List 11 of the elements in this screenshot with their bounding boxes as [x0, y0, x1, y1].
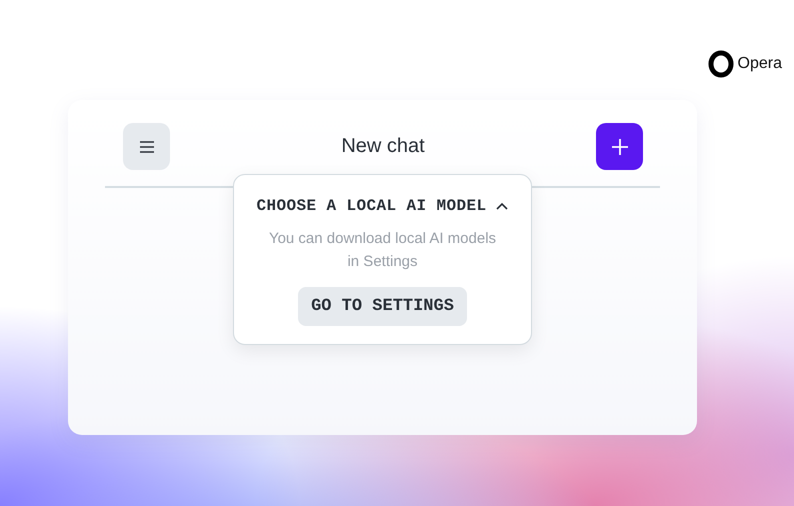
menu-button[interactable]: [123, 123, 170, 170]
opera-logo-icon: [708, 50, 734, 78]
plus-icon: [610, 138, 628, 156]
settings-button[interactable]: GO TO SETTINGS: [298, 287, 467, 326]
menu-icon: [138, 140, 154, 154]
chat-title: New chat: [341, 135, 425, 158]
model-dropdown[interactable]: CHOOSE A LOCAL AI MODEL: [252, 195, 513, 217]
caret-icon: [494, 202, 509, 210]
brand-name: Opera: [738, 55, 782, 73]
info-text: You can download local AI models in Settings: [268, 229, 498, 272]
new-chat-button[interactable]: [596, 123, 643, 170]
